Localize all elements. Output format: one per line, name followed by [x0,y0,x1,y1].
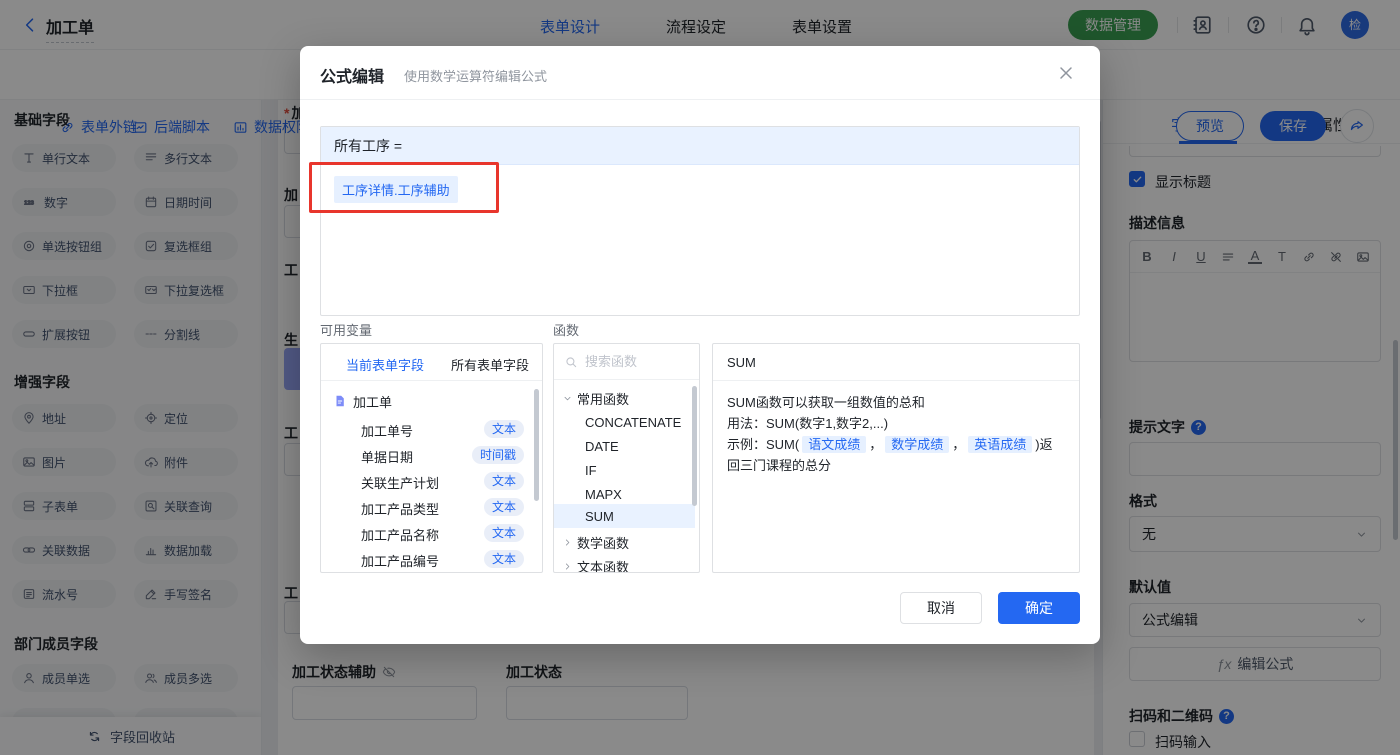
type-badge: 文本 [483,524,524,542]
search-icon [564,355,578,369]
variables-tabs: 当前表单字段 所有表单字段 [321,344,542,381]
variables-scrollbar[interactable] [534,389,539,501]
function-item[interactable]: DATE [554,434,619,458]
doc-icon [333,394,347,408]
tab-current-form-fields[interactable]: 当前表单字段 [346,355,424,374]
function-group-text[interactable]: 文本函数 [554,554,629,572]
example-field-chip: 英语成绩 [968,436,1033,453]
tree-root-form[interactable]: 加工单 [333,388,392,414]
variable-row[interactable]: 单据日期 [361,443,413,469]
cancel-button[interactable]: 取消 [900,592,982,624]
functions-label: 函数 [553,323,580,338]
function-name: SUM [713,344,1079,381]
formula-editor-modal: 公式编辑 使用数学运算符编辑公式 所有工序 = 工序详情.工序辅助 可用变量 函… [300,46,1100,644]
function-item[interactable]: MAPX [554,482,622,506]
variables-panel: 当前表单字段 所有表单字段 加工单 加工单号 文本 单据日期 时间戳 关联生产计… [320,343,543,573]
type-badge: 时间戳 [471,446,524,464]
formula-target: 所有工序 = [321,127,1079,165]
modal-subtitle: 使用数学运算符编辑公式 [404,69,548,84]
variable-row[interactable]: 加工单号 [361,417,413,443]
function-item[interactable]: CONCATENATE [554,410,681,434]
variable-row[interactable]: 加工产品名称 [361,521,439,547]
function-summary: SUM函数可以获取一组数值的总和 [727,395,925,410]
example-field-chip: 数学成绩 [885,436,950,453]
type-badge: 文本 [483,498,524,516]
tab-all-form-fields[interactable]: 所有表单字段 [451,355,529,374]
function-group-common[interactable]: 常用函数 [554,386,629,410]
variables-label: 可用变量 [320,323,373,338]
app-root: { "topbar": { "title": "加工单", "tabs": ["… [0,0,1400,755]
functions-scrollbar[interactable] [692,386,697,506]
chevron-right-icon [562,561,573,572]
type-badge: 文本 [483,472,524,490]
function-example: 示例：SUM(语文成绩，数学成绩，英语成绩)返回三门课程的总分 [727,436,1053,473]
variable-row[interactable]: 加工产品编号 [361,547,439,572]
function-search-input[interactable] [585,354,675,369]
type-badge: 文本 [483,420,524,438]
function-usage: 用法：SUM(数字1,数字2,...) [727,416,889,431]
function-search [554,344,699,380]
function-item-selected[interactable]: SUM [554,504,695,528]
function-detail-panel: SUM SUM函数可以获取一组数值的总和 用法：SUM(数字1,数字2,...)… [712,343,1080,573]
example-field-chip: 语文成绩 [802,436,867,453]
function-item[interactable]: IF [554,458,597,482]
function-group-math[interactable]: 数学函数 [554,530,629,554]
variable-row[interactable]: 加工产品类型 [361,495,439,521]
confirm-button[interactable]: 确定 [998,592,1080,624]
modal-title: 公式编辑 [320,69,385,86]
chevron-right-icon [562,537,573,548]
modal-header: 公式编辑 使用数学运算符编辑公式 [300,46,1100,100]
function-description: SUM函数可以获取一组数值的总和 用法：SUM(数字1,数字2,...) 示例：… [713,381,1079,487]
type-badge: 文本 [483,550,524,568]
close-icon[interactable] [1056,63,1076,83]
variable-row[interactable]: 关联生产计划 [361,469,439,495]
functions-panel: 常用函数 CONCATENATE DATE IF MAPX SUM 数学函数 文… [553,343,700,573]
formula-field-chip[interactable]: 工序详情.工序辅助 [334,176,458,203]
chevron-down-icon [562,393,573,404]
formula-editor-area[interactable]: 所有工序 = 工序详情.工序辅助 [320,126,1080,316]
